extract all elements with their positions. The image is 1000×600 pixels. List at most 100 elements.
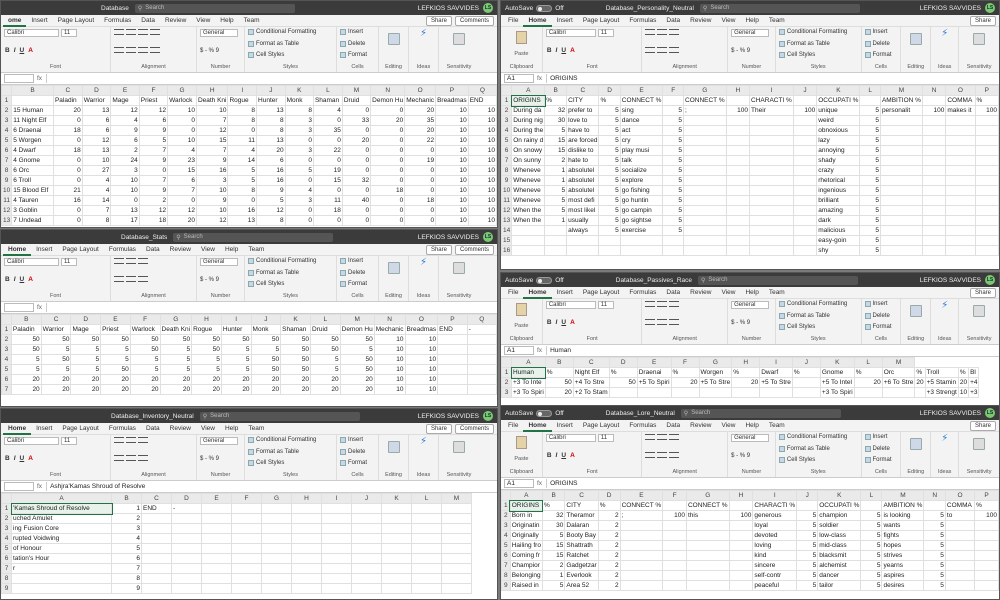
cell[interactable]: 30 [544, 115, 568, 126]
cell[interactable] [201, 553, 232, 564]
sensitivity-button[interactable]: Sensitivity [439, 27, 479, 72]
formula-input[interactable]: Human [546, 346, 999, 355]
cell[interactable] [731, 387, 761, 398]
cell[interactable] [466, 344, 497, 355]
cell[interactable]: 5 [859, 125, 881, 136]
cell[interactable] [141, 523, 172, 534]
cell[interactable] [974, 530, 999, 541]
select-all-corner[interactable] [1, 493, 12, 504]
cell[interactable]: ; [619, 510, 664, 521]
cell[interactable]: 0 [370, 215, 406, 226]
cell[interactable]: Breadmas [435, 95, 469, 106]
cell[interactable] [351, 523, 382, 534]
cell[interactable]: is looking [881, 510, 925, 521]
cell[interactable]: Breadmas [404, 324, 439, 335]
column-header[interactable]: B [111, 493, 142, 504]
cell[interactable]: 5 [860, 520, 883, 531]
cell[interactable]: 50 [159, 334, 193, 345]
cell[interactable]: % [670, 367, 700, 378]
cell[interactable]: 5 [541, 530, 566, 541]
cell[interactable]: rhetorical [816, 175, 861, 186]
cell[interactable]: 5 [598, 135, 621, 146]
cell[interactable]: 5 [859, 155, 881, 166]
cell[interactable]: sing [619, 105, 664, 116]
format-cells-button[interactable]: Format [864, 324, 898, 331]
row-header[interactable]: 1 [1, 95, 13, 106]
cell[interactable] [437, 344, 468, 355]
align-bottom-icon[interactable] [669, 301, 680, 307]
cell[interactable]: 0 [167, 195, 197, 206]
cell[interactable]: 2 [541, 560, 566, 571]
cell[interactable] [411, 503, 442, 514]
row-header[interactable]: 7 [501, 155, 513, 166]
cell-styles-button[interactable]: Cell Styles [778, 324, 858, 331]
cell[interactable]: Human [510, 366, 547, 379]
cell[interactable]: 0 [370, 195, 406, 206]
cell-styles-button[interactable]: Cell Styles [778, 52, 858, 59]
cell[interactable] [511, 245, 546, 256]
autosave-toggle[interactable]: AutoSave Off [505, 276, 564, 284]
cell[interactable] [879, 135, 923, 146]
column-header[interactable]: A [509, 490, 543, 501]
delete-cells-button[interactable]: Delete [864, 445, 898, 452]
cell[interactable]: 20 [70, 384, 102, 395]
cell[interactable]: tailor [817, 580, 862, 591]
cell[interactable]: 8 [227, 185, 258, 196]
cell[interactable]: 5 [129, 364, 161, 375]
cell[interactable] [974, 520, 999, 531]
cell[interactable]: 9 [195, 195, 229, 206]
cell[interactable]: 2 [111, 513, 142, 524]
cell[interactable]: tation's Hour [11, 553, 112, 564]
cell[interactable]: obnoxious [816, 125, 861, 136]
cell[interactable]: 5 [598, 145, 621, 156]
cell[interactable] [662, 235, 685, 246]
cell[interactable]: 3 Goblin [11, 205, 54, 216]
number-format-box[interactable]: General [731, 29, 770, 37]
cell[interactable]: talk [619, 155, 664, 166]
cell[interactable]: 50 [250, 364, 282, 375]
cell[interactable]: % [957, 367, 970, 378]
font-name-box[interactable]: Calibri [4, 29, 59, 37]
cell[interactable]: fights [881, 530, 925, 541]
cell[interactable]: Hailing fro [509, 540, 543, 551]
font-name-box[interactable]: Calibri [4, 437, 59, 445]
cell[interactable] [231, 553, 262, 564]
cell[interactable]: 0 [284, 155, 314, 166]
cell[interactable] [879, 215, 923, 226]
tab-view[interactable]: View [191, 15, 215, 27]
cell[interactable]: 3 [284, 115, 314, 126]
cell[interactable] [945, 215, 976, 226]
cell[interactable]: COMMA [944, 500, 976, 511]
cell[interactable]: 5 [220, 364, 252, 375]
cell[interactable] [544, 235, 568, 246]
cell[interactable]: 5 Worgen [11, 135, 54, 146]
row-header[interactable]: 5 [1, 543, 12, 554]
cell[interactable]: 5 [662, 105, 685, 116]
cell[interactable]: 100 [921, 105, 947, 116]
cell[interactable]: 7 [111, 563, 142, 574]
row-header[interactable]: 8 [1, 165, 13, 176]
sheet-grid[interactable]: A B C D E F G H I J K L M N O P 1 ORIGINS% CITY% CONNECT % C… [501, 490, 999, 591]
cell[interactable]: 10 [435, 215, 469, 226]
cell[interactable]: 10 [435, 165, 469, 176]
cell[interactable]: 2 [597, 570, 621, 581]
cell[interactable]: are forced [566, 135, 600, 146]
editing-group[interactable]: Editing [901, 27, 932, 72]
cell[interactable]: 0 [52, 155, 83, 166]
column-header[interactable]: M [341, 85, 372, 96]
cell[interactable]: 5 [796, 570, 819, 581]
cell[interactable]: 5 [662, 195, 685, 206]
cell[interactable]: 5 [859, 225, 881, 236]
tab-formulas[interactable]: Formulas [624, 15, 661, 27]
cell[interactable] [921, 165, 947, 176]
column-header[interactable]: D [608, 357, 638, 368]
cell[interactable]: Their [749, 105, 794, 116]
cell[interactable] [791, 387, 821, 398]
column-header[interactable]: C [566, 85, 600, 96]
cell[interactable]: Warlock [129, 324, 161, 335]
font-name-box[interactable]: Calibri [545, 29, 596, 37]
row-header[interactable]: 1 [501, 95, 513, 106]
cell[interactable]: 5 [191, 364, 222, 375]
cell[interactable] [792, 245, 818, 256]
tab-page-layout[interactable]: Page Layout [57, 423, 104, 435]
